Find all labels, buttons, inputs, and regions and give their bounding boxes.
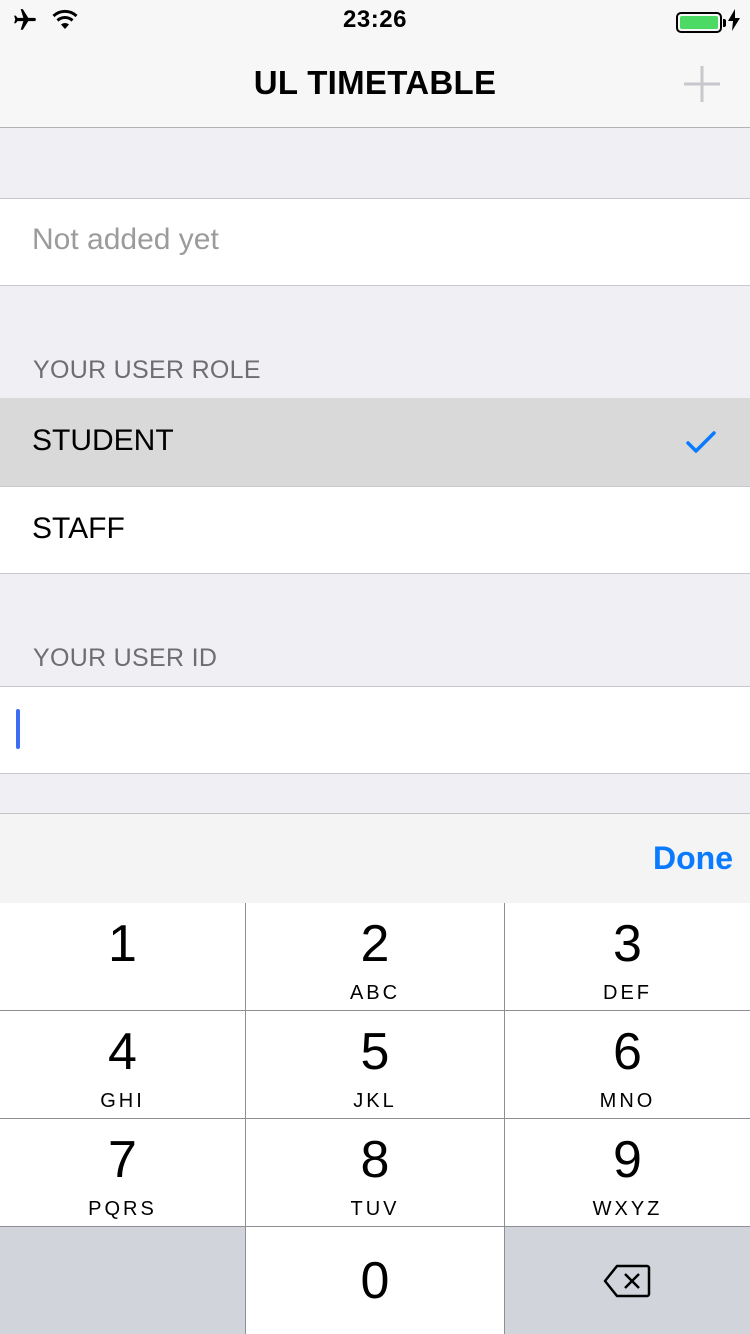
key-letters: MNO (599, 1090, 656, 1112)
key-letters: JKL (353, 1090, 397, 1112)
key-4[interactable]: 4 GHI (0, 1011, 245, 1118)
key-digit: 8 (360, 1131, 390, 1189)
battery-icon (676, 12, 726, 33)
user-role-header: YOUR USER ROLE (33, 356, 261, 384)
key-letters: TUV (350, 1198, 400, 1220)
key-digit: 4 (108, 1023, 137, 1081)
user-id-field[interactable] (0, 687, 750, 773)
backspace-icon (603, 1264, 651, 1303)
key-digit: 7 (108, 1131, 137, 1189)
page-title: UL TIMETABLE (253, 64, 497, 101)
key-0[interactable]: 0 (246, 1227, 504, 1334)
delete-key[interactable] (505, 1227, 750, 1334)
number-keypad: 1 2 ABC 3 DEF 4 GHI 5 JKL 6 MNO 7 PQRS 8 (0, 903, 750, 1334)
keyboard-accessory-bar: Done (0, 813, 750, 903)
charging-bolt-icon (728, 9, 740, 36)
key-6[interactable]: 6 MNO (505, 1011, 750, 1118)
key-5[interactable]: 5 JKL (246, 1011, 504, 1118)
top-bar: 23:26 UL TIMETABLE (0, 0, 750, 128)
not-added-cell[interactable]: Not added yet (0, 199, 750, 285)
key-9[interactable]: 9 WXYZ (505, 1119, 750, 1226)
not-added-label: Not added yet (32, 223, 219, 256)
status-bar: 23:26 (0, 0, 750, 40)
key-digit: 3 (613, 915, 642, 973)
key-letters: PQRS (88, 1198, 157, 1220)
key-digit: 9 (613, 1131, 642, 1189)
separator (0, 573, 750, 574)
text-cursor (16, 709, 20, 749)
key-letters: ABC (349, 982, 401, 1004)
done-button[interactable]: Done (653, 840, 733, 877)
user-id-header: YOUR USER ID (33, 644, 218, 672)
separator (0, 285, 750, 286)
role-option-label: STUDENT (32, 424, 174, 457)
key-digit: 1 (108, 915, 137, 973)
role-option-staff[interactable]: STAFF (0, 486, 750, 573)
role-option-label: STAFF (32, 512, 125, 545)
key-digit: 0 (360, 1252, 390, 1310)
key-digit: 6 (613, 1023, 642, 1081)
key-digit: 5 (360, 1023, 390, 1081)
key-letters: DEF (603, 982, 652, 1004)
separator (0, 773, 750, 774)
separator (0, 486, 750, 487)
plus-icon[interactable] (676, 58, 728, 110)
key-7[interactable]: 7 PQRS (0, 1119, 245, 1226)
key-3[interactable]: 3 DEF (505, 903, 750, 1010)
key-digit: 2 (360, 915, 390, 973)
role-option-student[interactable]: STUDENT (0, 398, 750, 486)
key-8[interactable]: 8 TUV (246, 1119, 504, 1226)
navigation-bar: UL TIMETABLE (0, 40, 750, 128)
key-letters: GHI (100, 1090, 145, 1112)
checkmark-icon (686, 430, 716, 454)
blank-key (0, 1227, 245, 1334)
screen: 23:26 UL TIMETABLE Not added yet YOUR US… (0, 0, 750, 1334)
status-time: 23:26 (343, 6, 407, 33)
key-letters: WXYZ (592, 1198, 663, 1220)
key-2[interactable]: 2 ABC (246, 903, 504, 1010)
key-1[interactable]: 1 (0, 903, 245, 1010)
status-right (676, 9, 740, 36)
